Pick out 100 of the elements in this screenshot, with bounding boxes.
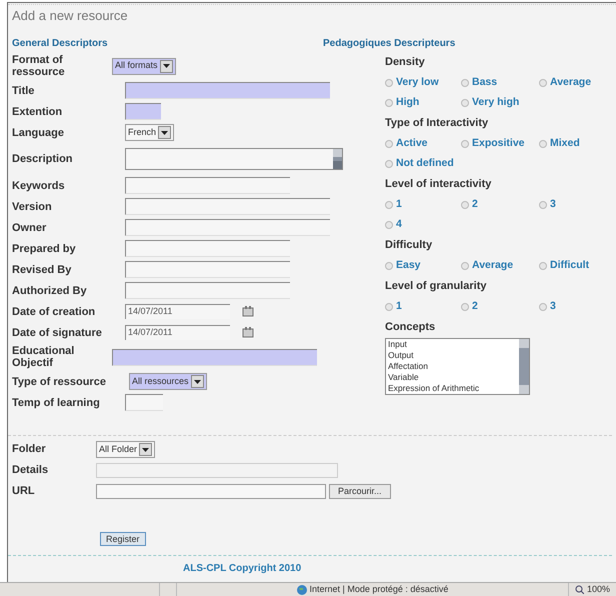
globe-icon xyxy=(296,584,307,594)
radio-label: 3 xyxy=(550,299,556,314)
input-field[interactable] xyxy=(96,463,338,478)
radio-label: 2 xyxy=(472,299,478,314)
group-label: Density xyxy=(385,55,426,70)
field-label: Educational Objectif xyxy=(12,345,76,369)
field-label: Owner xyxy=(12,222,48,234)
radio-button[interactable] xyxy=(461,79,469,87)
radio-button[interactable] xyxy=(385,303,393,311)
dropdown[interactable]: All ressources xyxy=(129,373,207,390)
input-field[interactable] xyxy=(125,103,161,120)
field-label: Description xyxy=(12,153,74,165)
input-field[interactable] xyxy=(125,219,330,236)
radio-button[interactable] xyxy=(385,221,393,229)
list-item[interactable]: Input xyxy=(388,339,519,350)
section-heading: General Descriptors xyxy=(12,37,108,51)
dropdown[interactable]: French xyxy=(125,124,174,141)
input-field[interactable] xyxy=(125,177,290,194)
radio-button[interactable] xyxy=(539,201,547,209)
group-label: Difficulty xyxy=(385,238,434,254)
radio-button[interactable] xyxy=(461,140,469,148)
radio-label: Difficult xyxy=(550,258,590,274)
browse-button[interactable]: Parcourir... xyxy=(329,484,391,499)
radio-button[interactable] xyxy=(461,262,469,270)
radio-button[interactable] xyxy=(539,79,547,87)
radio-button[interactable] xyxy=(385,262,393,270)
radio-label: High xyxy=(396,95,420,110)
radio-button[interactable] xyxy=(461,99,469,107)
input-field[interactable] xyxy=(112,348,317,366)
input-field[interactable] xyxy=(125,261,290,278)
list-item[interactable]: Affectation xyxy=(388,361,519,372)
field-label: Keywords xyxy=(12,180,66,192)
field-label: Date of creation xyxy=(12,306,96,318)
radio-button[interactable] xyxy=(461,303,469,311)
radio-button[interactable] xyxy=(539,262,547,270)
input-field[interactable] xyxy=(125,82,330,99)
radio-label: 3 xyxy=(550,197,556,212)
date-field[interactable]: 14/07/2011 xyxy=(125,325,230,340)
radio-label: 1 xyxy=(396,299,402,314)
list-item[interactable]: Variable xyxy=(388,372,519,383)
field-label: Title xyxy=(12,84,36,96)
calendar-icon[interactable] xyxy=(242,327,254,338)
url-field[interactable] xyxy=(96,484,326,499)
radio-label: Active xyxy=(396,136,428,152)
group-label: Level of interactivity xyxy=(385,177,492,192)
field-label: Authorized By xyxy=(12,284,88,296)
radio-label: Not defined xyxy=(396,156,454,172)
field-label: Version xyxy=(12,200,53,212)
radio-label: 2 xyxy=(472,197,478,212)
scrollbar-icon xyxy=(333,149,342,169)
status-text: Internet | Mode protégé : désactivé xyxy=(310,582,448,596)
radio-label: Very low xyxy=(396,75,439,90)
page-title: Add a new resource xyxy=(11,7,129,25)
calendar-icon[interactable] xyxy=(242,306,254,317)
input-field[interactable] xyxy=(125,198,330,215)
field-label: Details xyxy=(12,463,50,478)
text-area[interactable] xyxy=(125,148,343,170)
copyright-text: ALS-CPL Copyright 2010 xyxy=(182,562,302,576)
radio-label: Mixed xyxy=(550,136,580,152)
dropdown[interactable]: All Folder xyxy=(96,441,156,458)
radio-label: Average xyxy=(472,258,514,274)
input-field[interactable] xyxy=(125,240,290,257)
field-label: Extention xyxy=(12,106,64,118)
group-label: Concepts xyxy=(385,320,436,336)
section-heading: Pedagogiques Descripteurs xyxy=(323,37,456,51)
field-label: Revised By xyxy=(12,264,72,276)
zoom-level[interactable]: 100% xyxy=(586,582,610,596)
field-label: Date of signature xyxy=(12,326,103,338)
radio-button[interactable] xyxy=(385,140,393,148)
input-field[interactable] xyxy=(125,394,163,411)
scrollbar-icon xyxy=(519,339,529,394)
field-label: Language xyxy=(12,126,65,138)
concepts-list[interactable]: Input Output Affectation Variable Expression of Arithmetic xyxy=(385,338,530,395)
magnifier-icon[interactable] xyxy=(574,585,584,594)
radio-button[interactable] xyxy=(539,303,547,311)
field-label: Temp of learning xyxy=(12,396,101,408)
radio-button[interactable] xyxy=(461,201,469,209)
field-label: URL xyxy=(12,484,36,500)
radio-button[interactable] xyxy=(539,140,547,148)
radio-button[interactable] xyxy=(385,160,393,168)
register-button[interactable]: Register xyxy=(100,532,146,546)
radio-label: Bass xyxy=(472,75,498,90)
radio-button[interactable] xyxy=(385,201,393,209)
dropdown[interactable]: All formats xyxy=(112,58,176,74)
group-label: Type of Interactivity xyxy=(385,116,490,132)
radio-label: Easy xyxy=(396,258,421,274)
radio-label: Very high xyxy=(472,95,520,110)
radio-label: Average xyxy=(550,75,592,90)
group-label: Level of granularity xyxy=(385,279,488,294)
list-item[interactable]: Expression of Arithmetic xyxy=(388,383,519,394)
list-item[interactable]: Output xyxy=(388,350,519,361)
input-field[interactable] xyxy=(125,282,290,299)
date-field[interactable]: 14/07/2011 xyxy=(125,304,230,319)
radio-label: Expositive xyxy=(472,136,525,152)
radio-button[interactable] xyxy=(385,79,393,87)
radio-label: 4 xyxy=(396,217,402,232)
radio-label: 1 xyxy=(396,197,402,212)
field-label: Type of ressource xyxy=(12,376,107,388)
field-label: Prepared by xyxy=(12,242,77,254)
radio-button[interactable] xyxy=(385,99,393,107)
